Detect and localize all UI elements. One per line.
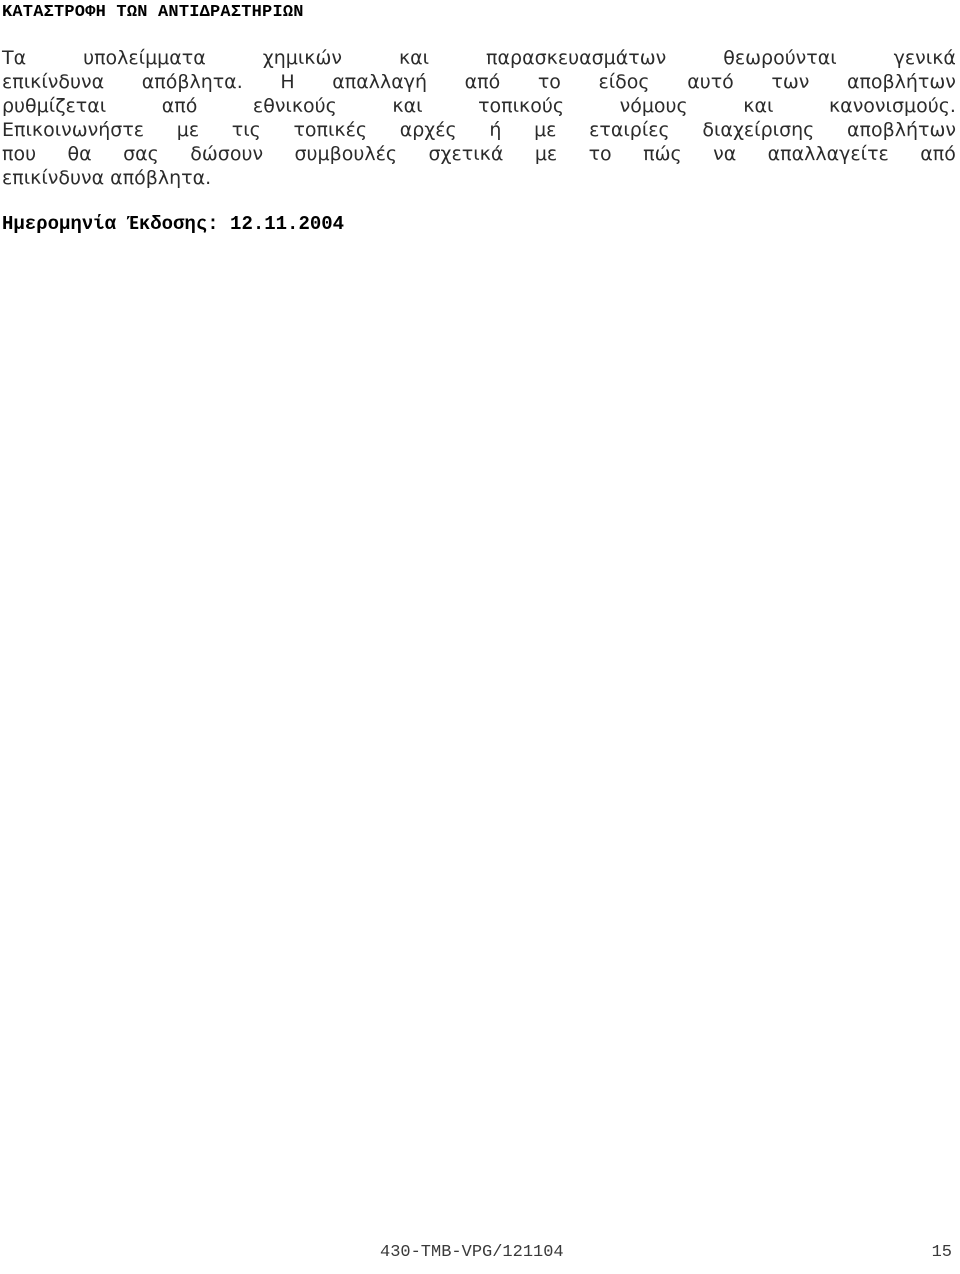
heading-body-spacer	[2, 24, 956, 46]
body-word: και	[743, 95, 774, 117]
body-line: που θα σας δώσουν συμβουλές σχετικά με το πώς να α…	[2, 142, 956, 166]
body-word: Επικοινωνήστε	[2, 119, 145, 141]
body-paragraph: Τα υπολείμματα χημικών και παρασκευασμάτων θε…	[2, 46, 956, 190]
body-word: εθνικούς	[252, 95, 337, 117]
body-word: επικίνδυνα	[2, 71, 105, 93]
body-word: είδος	[598, 71, 650, 93]
body-word: γενικά	[893, 47, 956, 69]
body-word: σας	[123, 143, 159, 165]
body-word: που	[2, 143, 37, 165]
body-word: το	[537, 71, 561, 93]
body-word: παρασκευασμάτων	[486, 47, 667, 69]
issue-date-line: Ημερομηνία Έκδοσης: 12.11.2004	[2, 213, 345, 235]
body-word: Η	[280, 71, 295, 93]
body-word: αρχές	[399, 119, 457, 141]
body-line: ρυθμίζεται από εθνικούς και τοπικούς νόμους κα…	[2, 94, 956, 118]
body-word: ή	[489, 119, 502, 141]
body-word: θεωρούνται	[723, 47, 837, 69]
body-word: με	[176, 119, 200, 141]
body-word: να	[713, 143, 737, 165]
footer-page-number: 15	[931, 1243, 952, 1262]
body-word: δώσουν	[190, 143, 264, 165]
body-line: επικίνδυνα απόβλητα. Ηαπαλλαγή από το είδος αυ…	[2, 70, 956, 94]
body-word: από	[920, 143, 956, 165]
body-word: πώς	[643, 143, 682, 165]
body-word: κανονισμούς.	[828, 95, 956, 117]
body-word: των	[771, 71, 810, 93]
body-word: τις	[231, 119, 261, 141]
body-word: ρυθμίζεται	[2, 95, 107, 117]
body-word: σχετικά	[428, 143, 504, 165]
body-word: αυτό	[687, 71, 734, 93]
body-line: επικίνδυνα απόβλητα.	[2, 167, 212, 189]
body-word: από	[161, 95, 198, 117]
page-title: ΚΑΤΑΣΤΡΟΦΗ ΤΩΝ ΑΝΤΙΔΡΑΣΤΗΡΙΩΝ	[2, 3, 304, 22]
body-word: αποβλήτων	[846, 71, 956, 93]
body-word: με	[534, 119, 557, 141]
body-word: χημικών	[262, 47, 342, 69]
body-word: υπολείμματα	[83, 47, 206, 69]
body-word: από	[464, 71, 501, 93]
body-word: εταιρίες	[589, 119, 670, 141]
body-word: απαλλαγείτε	[767, 143, 889, 165]
body-word: Τα	[2, 47, 27, 69]
body-word: και	[398, 47, 430, 69]
body-word: διαχείρισης	[702, 119, 815, 141]
body-line: Τα υπολείμματα χημικών και παρασκευασμάτων θε…	[2, 46, 956, 70]
footer-document-code: 430-TMB-VPG/121104	[380, 1243, 564, 1262]
body-word: και	[392, 95, 423, 117]
body-word: τοπικούς	[478, 95, 565, 117]
body-line: Επικοινωνήστε με τις τοπικές αρχές ή με εταιρίε…	[2, 118, 956, 142]
body-word: το	[588, 143, 612, 165]
body-word: με	[534, 143, 558, 165]
body-word: θα	[67, 143, 92, 165]
page-footer: 430-TMB-VPG/121104 15	[0, 1238, 960, 1264]
body-word: αποβλήτων	[847, 119, 956, 141]
document-page: ΚΑΤΑΣΤΡΟΦΗ ΤΩΝ ΑΝΤΙΔΡΑΣΤΗΡΙΩΝ Τα υπολείμμ…	[0, 0, 960, 1274]
document-content: ΚΑΤΑΣΤΡΟΦΗ ΤΩΝ ΑΝΤΙΔΡΑΣΤΗΡΙΩΝ Τα υπολείμμ…	[2, 0, 956, 236]
body-word: τοπικές	[293, 119, 368, 141]
body-word: συμβουλές	[294, 143, 398, 165]
body-date-spacer	[2, 190, 956, 212]
body-word: απαλλαγή	[332, 71, 428, 93]
body-word: απόβλητα.	[141, 71, 243, 93]
body-word: νόμους	[619, 95, 688, 117]
